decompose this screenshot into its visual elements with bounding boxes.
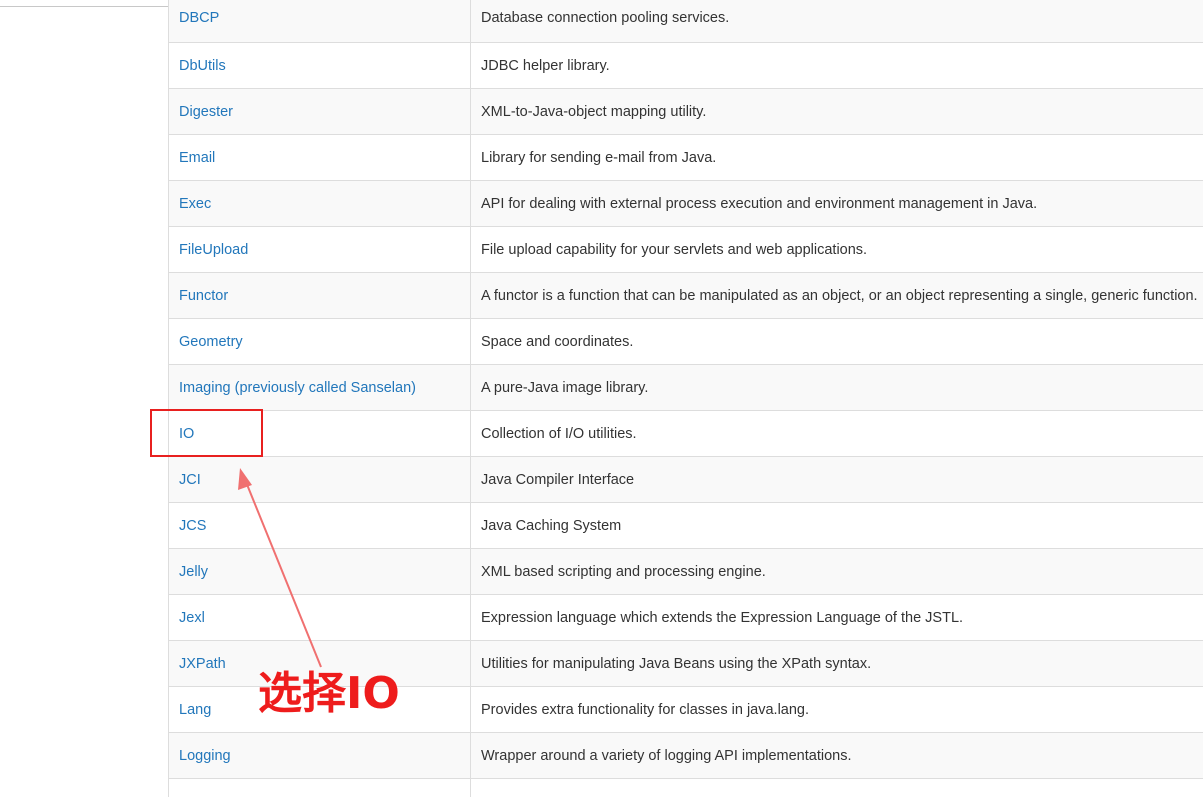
- table-row: DbUtils JDBC helper library.: [168, 42, 1203, 89]
- component-name-cell: Exec: [168, 180, 471, 227]
- component-name-cell: FileUpload: [168, 226, 471, 273]
- component-link-lang[interactable]: Lang: [179, 702, 211, 718]
- component-link-logging[interactable]: Logging: [179, 748, 231, 764]
- component-name-cell: Jelly: [168, 548, 471, 595]
- component-name-cell: [168, 778, 471, 797]
- component-description: Space and coordinates.: [470, 318, 1203, 365]
- component-link-jxpath[interactable]: JXPath: [179, 656, 226, 672]
- component-description: Expression language which extends the Ex…: [470, 594, 1203, 641]
- table-row: Jexl Expression language which extends t…: [168, 594, 1203, 641]
- component-description: API for dealing with external process ex…: [470, 180, 1203, 227]
- component-link-jelly[interactable]: Jelly: [179, 564, 208, 580]
- table-row: Imaging (previously called Sanselan) A p…: [168, 364, 1203, 411]
- table-row: Exec API for dealing with external proce…: [168, 180, 1203, 227]
- component-link-jexl[interactable]: Jexl: [179, 610, 205, 626]
- component-link-digester[interactable]: Digester: [179, 104, 233, 120]
- component-name-cell: Jexl: [168, 594, 471, 641]
- component-link-email[interactable]: Email: [179, 150, 215, 166]
- table-row: Geometry Space and coordinates.: [168, 318, 1203, 365]
- component-link-jci[interactable]: JCI: [179, 472, 201, 488]
- table-row: DBCP Database connection pooling service…: [168, 0, 1203, 43]
- table-row: JCI Java Compiler Interface: [168, 456, 1203, 503]
- table-row: Jelly XML based scripting and processing…: [168, 548, 1203, 595]
- component-description: XML-to-Java-object mapping utility.: [470, 88, 1203, 135]
- component-description: Java Compiler Interface: [470, 456, 1203, 503]
- component-description: Collection of I/O utilities.: [470, 410, 1203, 457]
- table-row: Logging Wrapper around a variety of logg…: [168, 732, 1203, 779]
- component-name-cell: Geometry: [168, 318, 471, 365]
- component-description: [470, 778, 1203, 797]
- component-link-dbcp[interactable]: DBCP: [179, 10, 219, 26]
- table-row: Functor A functor is a function that can…: [168, 272, 1203, 319]
- component-description: Provides extra functionality for classes…: [470, 686, 1203, 733]
- io-highlight-box: [150, 409, 263, 457]
- component-link-jcs[interactable]: JCS: [179, 518, 206, 534]
- component-name-cell: JCI: [168, 456, 471, 503]
- component-link-dbutils[interactable]: DbUtils: [179, 58, 226, 74]
- table-row: JCS Java Caching System: [168, 502, 1203, 549]
- component-name-cell: Imaging (previously called Sanselan): [168, 364, 471, 411]
- component-link-exec[interactable]: Exec: [179, 196, 211, 212]
- component-description: JDBC helper library.: [470, 42, 1203, 89]
- component-description: XML based scripting and processing engin…: [470, 548, 1203, 595]
- page: DBCP Database connection pooling service…: [0, 0, 1203, 797]
- component-description: Utilities for manipulating Java Beans us…: [470, 640, 1203, 687]
- table-row: IO Collection of I/O utilities.: [168, 410, 1203, 457]
- component-description: Library for sending e-mail from Java.: [470, 134, 1203, 181]
- component-description: Java Caching System: [470, 502, 1203, 549]
- table-row: Digester XML-to-Java-object mapping util…: [168, 88, 1203, 135]
- component-name-cell: Digester: [168, 88, 471, 135]
- component-link-fileupload[interactable]: FileUpload: [179, 242, 248, 258]
- component-description: Wrapper around a variety of logging API …: [470, 732, 1203, 779]
- component-description: A functor is a function that can be mani…: [470, 272, 1203, 319]
- component-name-cell: DBCP: [168, 0, 471, 43]
- component-link-geometry[interactable]: Geometry: [179, 334, 243, 350]
- component-name-cell: Email: [168, 134, 471, 181]
- annotation-label: 选择IO: [258, 668, 400, 719]
- component-name-cell: JCS: [168, 502, 471, 549]
- component-description: A pure-Java image library.: [470, 364, 1203, 411]
- component-link-functor[interactable]: Functor: [179, 288, 228, 304]
- table-row: [168, 778, 1203, 797]
- table-row: FileUpload File upload capability for yo…: [168, 226, 1203, 273]
- component-description: File upload capability for your servlets…: [470, 226, 1203, 273]
- table-row: Email Library for sending e-mail from Ja…: [168, 134, 1203, 181]
- component-description: Database connection pooling services.: [470, 0, 1203, 43]
- component-link-imaging[interactable]: Imaging (previously called Sanselan): [179, 380, 416, 396]
- component-name-cell: DbUtils: [168, 42, 471, 89]
- component-name-cell: Functor: [168, 272, 471, 319]
- component-name-cell: Logging: [168, 732, 471, 779]
